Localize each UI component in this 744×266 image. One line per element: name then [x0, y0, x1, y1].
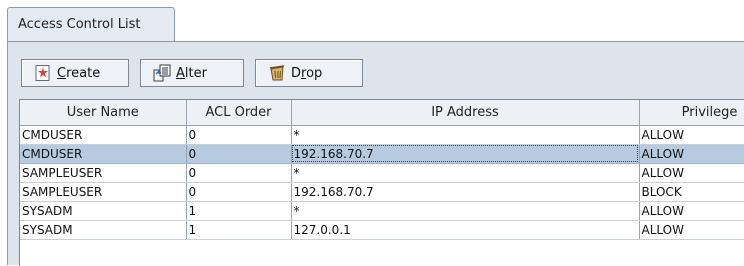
column-header-privilege[interactable]: Privilege [639, 100, 744, 126]
delete-bin-icon [268, 64, 286, 82]
cell-privilege: ALLOW [639, 201, 744, 221]
cell-user-name: CMDUSER [20, 144, 187, 164]
edit-document-icon [153, 64, 171, 82]
acl-table: User Name ACL Order IP Address Privilege… [19, 99, 744, 266]
table-row[interactable]: SAMPLEUSER 0 192.168.70.7 BLOCK [20, 182, 744, 202]
create-button[interactable]: Create [21, 59, 129, 87]
cell-acl-order: 1 [186, 201, 292, 221]
drop-button[interactable]: Drop [255, 59, 363, 87]
cell-acl-order: 0 [186, 144, 292, 164]
cell-ip-address: 192.168.70.7 [291, 144, 640, 164]
drop-rest: op [306, 65, 323, 81]
create-rest: reate [66, 65, 101, 81]
cell-user-name: SYSADM [20, 220, 187, 240]
table-row[interactable]: SYSADM 1 127.0.0.1 ALLOW [20, 220, 744, 240]
column-header-ip-address[interactable]: IP Address [291, 100, 640, 126]
table-header-row: User Name ACL Order IP Address Privilege [20, 100, 744, 126]
column-header-acl-order[interactable]: ACL Order [186, 100, 292, 126]
tab-access-control-list[interactable]: Access Control List [7, 7, 175, 41]
cell-acl-order: 0 [186, 125, 292, 145]
cell-user-name: CMDUSER [20, 125, 187, 145]
alter-rest: lter [184, 65, 207, 81]
cell-privilege: BLOCK [639, 182, 744, 202]
cell-user-name: SYSADM [20, 201, 187, 221]
cell-ip-address: 127.0.0.1 [291, 220, 640, 240]
acl-panel: Create Alter Drop User Name ACL Order IP… [7, 41, 744, 266]
cell-acl-order: 0 [186, 163, 292, 183]
table-row[interactable]: CMDUSER 0 * ALLOW [20, 125, 744, 145]
cell-privilege: ALLOW [639, 220, 744, 240]
column-header-user-name[interactable]: User Name [20, 100, 187, 126]
cell-acl-order: 1 [186, 220, 292, 240]
alter-button[interactable]: Alter [140, 59, 244, 87]
new-item-icon [34, 64, 52, 82]
cell-user-name: SAMPLEUSER [20, 163, 187, 183]
cell-privilege: ALLOW [639, 125, 744, 145]
alter-mnemonic: A [176, 65, 185, 81]
create-mnemonic: C [57, 65, 67, 81]
table-row[interactable]: SYSADM 1 * ALLOW [20, 201, 744, 221]
cell-ip-address: 192.168.70.7 [291, 182, 640, 202]
drop-prefix: D [291, 65, 302, 81]
cell-privilege: ALLOW [639, 163, 744, 183]
tab-strip: Access Control List [0, 0, 744, 44]
cell-user-name: SAMPLEUSER [20, 182, 187, 202]
tab-label: Access Control List [18, 17, 141, 32]
cell-ip-address: * [291, 201, 640, 221]
table-row[interactable]: SAMPLEUSER 0 * ALLOW [20, 163, 744, 183]
cell-ip-address: * [291, 125, 640, 145]
cell-acl-order: 0 [186, 182, 292, 202]
cell-privilege: ALLOW [639, 144, 744, 164]
table-row-selected[interactable]: CMDUSER 0 192.168.70.7 ALLOW [20, 144, 744, 164]
cell-ip-address: * [291, 163, 640, 183]
